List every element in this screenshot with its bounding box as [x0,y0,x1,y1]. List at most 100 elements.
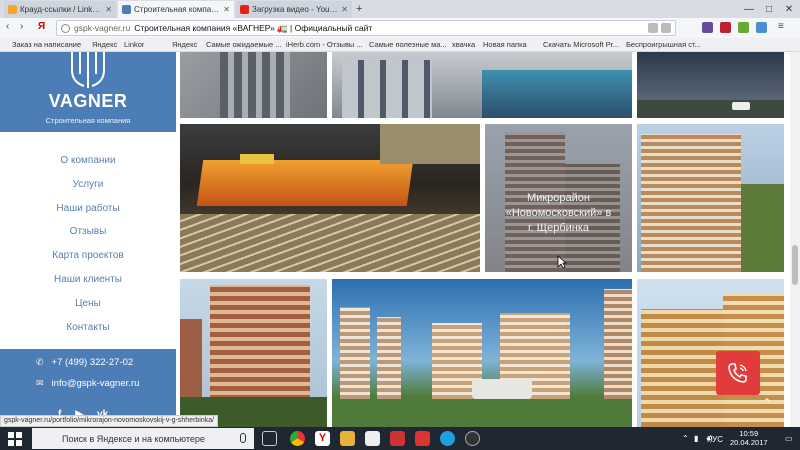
back-icon[interactable]: ‹ [6,21,9,32]
windows-taskbar: Поиск в Яндексе и на компьютере Y ⌃ ▮ ◂)… [0,427,800,450]
bookmark-item[interactable]: Новая папка [483,40,527,49]
sidebar: VAGNER Строительная компания О компании … [0,52,176,427]
scroll-to-top-button[interactable]: ⌃ [759,396,775,410]
bookmark-item[interactable]: Самые полезные ма... [369,40,447,49]
menu-item-services[interactable]: Услуги [0,173,176,197]
menu-item-works[interactable]: Наши работы [0,197,176,221]
email-row[interactable]: ✉ info@gspk-vagner.ru [36,378,139,389]
logo-subtitle: Строительная компания [45,116,131,125]
building-photo-7[interactable] [180,279,327,427]
search-placeholder: Поиск в Яндексе и на компьютере [62,433,205,444]
tab-strip: Крауд-ссылки / Linkum, Бы ✕ Строительная… [0,0,800,18]
chrome-icon[interactable] [290,431,305,446]
windows-start-icon[interactable] [8,432,22,446]
district-photo[interactable] [332,279,632,427]
bookmark-item[interactable]: Linkor [124,40,144,49]
vagner-logo-icon [71,52,105,88]
tab-youtube[interactable]: Загрузка видео - YouTube ✕ [236,1,352,18]
mouse-pointer-icon [557,255,567,269]
yandex-icon [8,5,17,14]
network-icon[interactable]: ▮ [694,434,698,443]
bookmark-item[interactable]: Самые ожидаемые ... [206,40,282,49]
task-view-icon[interactable] [262,431,277,446]
bookmark-item[interactable]: Яндекс [92,40,117,49]
new-tab-button[interactable]: + [356,3,362,15]
yandex-browser-icon[interactable]: Y [315,431,330,446]
status-bar-url: gspk-vagner.ru/portfolio/mikrorajon-novo… [0,415,219,427]
extension-icon-3[interactable] [738,22,749,33]
youtube-icon [240,5,249,14]
logo-name: VAGNER [48,91,128,111]
tab-linkum[interactable]: Крауд-ссылки / Linkum, Бы ✕ [4,1,116,18]
scroll-thumb[interactable] [792,245,798,285]
lock-icon [61,23,70,33]
minimize-icon[interactable]: — [740,0,758,18]
callback-button[interactable] [716,351,760,395]
maximize-icon[interactable]: □ [760,0,778,18]
menu-item-about[interactable]: О компании [0,149,176,173]
phone-row[interactable]: ✆ +7 (499) 322-27-02 [36,357,133,368]
translate-icon[interactable] [648,23,658,33]
notifications-icon[interactable]: ▭ [785,434,793,443]
menu-item-project-map[interactable]: Карта проектов [0,244,176,268]
building-photo-2[interactable] [332,52,632,118]
building-photo-1[interactable] [180,52,327,118]
email-address: info@gspk-vagner.ru [51,378,140,389]
app-icon-3[interactable] [465,431,480,446]
clock-time: 10:59 [739,429,759,438]
language-indicator[interactable]: РУС [707,435,723,444]
hover-overlay: Микрорайон «Новомосковский» в г. Щербинк… [485,124,632,272]
forward-icon[interactable]: › [20,21,23,32]
menu-item-reviews[interactable]: Отзывы [0,220,176,244]
yandex-icon[interactable] [415,431,430,446]
clock-date: 20.04.2017 [730,438,768,447]
portfolio-gallery: Микрорайон «Новомосковский» в г. Щербинк… [176,52,800,427]
close-window-icon[interactable]: ✕ [780,0,798,18]
tab-label: Загрузка видео - YouTube [252,5,339,14]
novomoskovsky-photo[interactable]: Микрорайон «Новомосковский» в г. Щербинк… [485,124,632,272]
system-clock[interactable]: 10:59 20.04.2017 [730,429,768,447]
extension-icon-1[interactable] [702,22,713,33]
logo-block[interactable]: VAGNER Строительная компания [0,52,176,132]
bookmark-item[interactable]: Скачать Microsoft Pr... [543,40,619,49]
project-caption[interactable]: Микрорайон «Новомосковский» в г. Щербинк… [504,191,614,236]
address-domain: gspk-vagner.ru [74,23,131,33]
bookmark-item[interactable]: Беспроигрышная ст... [626,40,701,49]
phone-icon [728,363,747,383]
close-icon[interactable]: ✕ [341,5,348,14]
menu-icon[interactable]: ≡ [778,21,784,32]
yandex-home-icon[interactable]: Я [38,21,45,32]
app-icon-2[interactable] [390,431,405,446]
microphone-icon[interactable] [240,433,246,443]
building-photo-6[interactable] [637,124,784,272]
tab-label: Крауд-ссылки / Linkum, Бы [20,5,102,14]
close-icon[interactable]: ✕ [105,5,112,14]
extension-icon-2[interactable] [720,22,731,33]
menu-item-clients[interactable]: Наши клиенты [0,268,176,292]
address-bar[interactable]: gspk-vagner.ru Строительная компания «ВА… [56,20,676,36]
bookmark-item[interactable]: iHerb.com - Отзывы ... [286,40,363,49]
main-menu: О компании Услуги Наши работы Отзывы Кар… [0,149,176,339]
close-icon[interactable]: ✕ [223,5,230,14]
explorer-icon[interactable] [340,431,355,446]
address-toolbar: ‹ › Я gspk-vagner.ru Строительная компан… [0,18,800,38]
address-actions [648,23,671,33]
skype-icon[interactable] [440,431,455,446]
taskbar-search[interactable]: Поиск в Яндексе и на компьютере [32,428,254,449]
phone-icon: ✆ [36,357,44,367]
bookmark-item[interactable]: Заказ на написание [12,40,81,49]
bookmark-icon[interactable] [661,23,671,33]
tab-label: Строительная компания [134,5,221,14]
page-scrollbar[interactable] [790,52,800,427]
bookmark-item[interactable]: хвачка [452,40,475,49]
menu-item-prices[interactable]: Цены [0,292,176,316]
menu-item-contacts[interactable]: Контакты [0,316,176,340]
tray-chevron-icon[interactable]: ⌃ [682,434,689,443]
app-icon-1[interactable] [365,431,380,446]
building-photo-3[interactable] [637,52,784,118]
extension-icon-4[interactable] [756,22,767,33]
bookmark-item[interactable]: Яндекс [172,40,197,49]
tab-vagner[interactable]: Строительная компания ✕ [118,1,234,18]
mail-icon: ✉ [36,378,44,388]
mall-photo[interactable] [180,124,480,272]
